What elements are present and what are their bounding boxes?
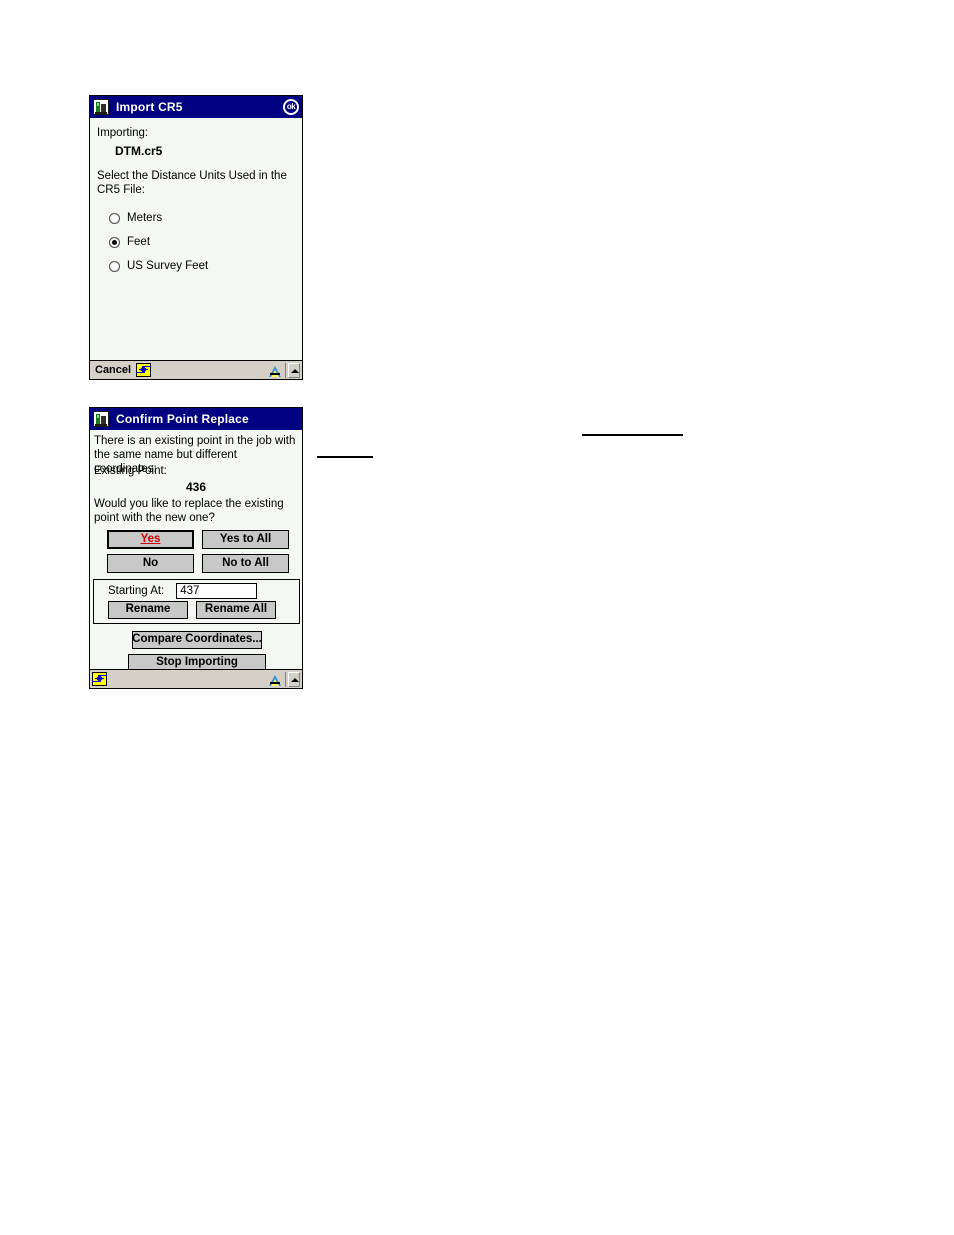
no-to-all-button-label: No to All — [222, 556, 269, 569]
import-dialog-body: Importing: DTM.cr5 Select the Distance U… — [90, 118, 302, 379]
chevron-up-icon[interactable] — [288, 671, 300, 687]
ok-button[interactable]: ok — [283, 99, 299, 115]
cancel-button[interactable]: Cancel — [95, 364, 131, 376]
confirm-point-replace-dialog: Confirm Point Replace There is an existi… — [89, 407, 303, 689]
replace-question: Would you like to replace the existing p… — [94, 498, 284, 524]
yes-button-label: Yes — [140, 532, 161, 545]
chevron-up-icon[interactable] — [288, 362, 300, 378]
units-prompt: Select the Distance Units Used in the CR… — [97, 170, 287, 196]
import-dialog-title: Import CR5 — [116, 100, 183, 114]
yellow-star-icon[interactable] — [136, 363, 152, 377]
confirm-dialog-title: Confirm Point Replace — [116, 412, 249, 426]
rename-group-box: Starting At: 437 Rename Rename All — [93, 579, 300, 624]
rename-all-button[interactable]: Rename All — [196, 601, 276, 619]
replace-choice-row-2: No No to All — [107, 554, 289, 573]
radio-us-survey-feet-icon[interactable] — [109, 260, 120, 272]
yes-to-all-button[interactable]: Yes to All — [202, 530, 289, 549]
existing-point-label: Existing Point: — [94, 465, 167, 477]
yes-to-all-button-label: Yes to All — [219, 532, 272, 545]
rename-button[interactable]: Rename — [108, 601, 188, 619]
radio-feet-icon[interactable] — [109, 236, 120, 248]
statusbar-left-group — [92, 672, 107, 686]
replace-choice-row-1: Yes Yes to All — [107, 530, 289, 549]
rename-button-label: Rename — [125, 603, 171, 616]
radio-meters-label: Meters — [127, 212, 163, 224]
existing-point-number: 436 — [185, 480, 207, 494]
no-to-all-button[interactable]: No to All — [202, 554, 289, 573]
app-window-icon — [93, 99, 109, 115]
starting-at-input[interactable]: 437 — [176, 582, 258, 599]
compare-coordinates-button[interactable]: Compare Coordinates... — [132, 631, 262, 649]
starting-at-row: Starting At: 437 — [94, 580, 299, 601]
import-dialog-titlebar: Import CR5 ok — [90, 96, 302, 118]
compare-coordinates-button-label: Compare Coordinates... — [132, 633, 262, 646]
replace-choice-buttons: Yes Yes to All No No to All — [107, 530, 289, 578]
statusbar-divider — [285, 671, 286, 687]
yes-button[interactable]: Yes — [107, 530, 194, 549]
input-panel-icon[interactable] — [268, 672, 283, 687]
import-file-name: DTM.cr5 — [115, 144, 163, 158]
starting-at-label: Starting At: — [108, 584, 165, 597]
import-cr5-dialog: Import CR5 ok Importing: DTM.cr5 Select … — [89, 95, 303, 380]
stop-importing-button-label: Stop Importing — [156, 656, 238, 669]
radio-us-survey-feet-label: US Survey Feet — [127, 260, 209, 272]
rename-all-button-label: Rename All — [204, 603, 268, 616]
confirm-dialog-titlebar: Confirm Point Replace — [90, 408, 302, 430]
statusbar-right-group — [268, 361, 300, 379]
no-button-label: No — [142, 556, 159, 569]
rename-buttons-row: Rename Rename All — [94, 601, 299, 619]
yellow-star-icon[interactable] — [92, 672, 107, 686]
radio-option-feet[interactable]: Feet — [109, 230, 208, 254]
statusbar-left-group: Cancel — [92, 363, 152, 377]
distance-units-radio-group: Meters Feet US Survey Feet — [109, 206, 208, 278]
statusbar-right-group — [268, 670, 300, 688]
app-window-icon — [93, 411, 109, 427]
radio-meters-icon[interactable] — [109, 212, 120, 224]
importing-label: Importing: — [97, 127, 149, 139]
radio-option-meters[interactable]: Meters — [109, 206, 208, 230]
confirm-dialog-body: There is an existing point in the job wi… — [90, 430, 302, 688]
radio-feet-label: Feet — [127, 236, 151, 248]
radio-option-us-survey-feet[interactable]: US Survey Feet — [109, 254, 208, 278]
no-button[interactable]: No — [107, 554, 194, 573]
input-panel-icon[interactable] — [268, 363, 283, 378]
statusbar-divider — [285, 362, 286, 378]
annotation-underline-left — [317, 456, 373, 458]
annotation-underline-right — [582, 434, 683, 436]
import-dialog-statusbar: Cancel — [90, 360, 302, 379]
confirm-dialog-statusbar — [90, 669, 302, 688]
